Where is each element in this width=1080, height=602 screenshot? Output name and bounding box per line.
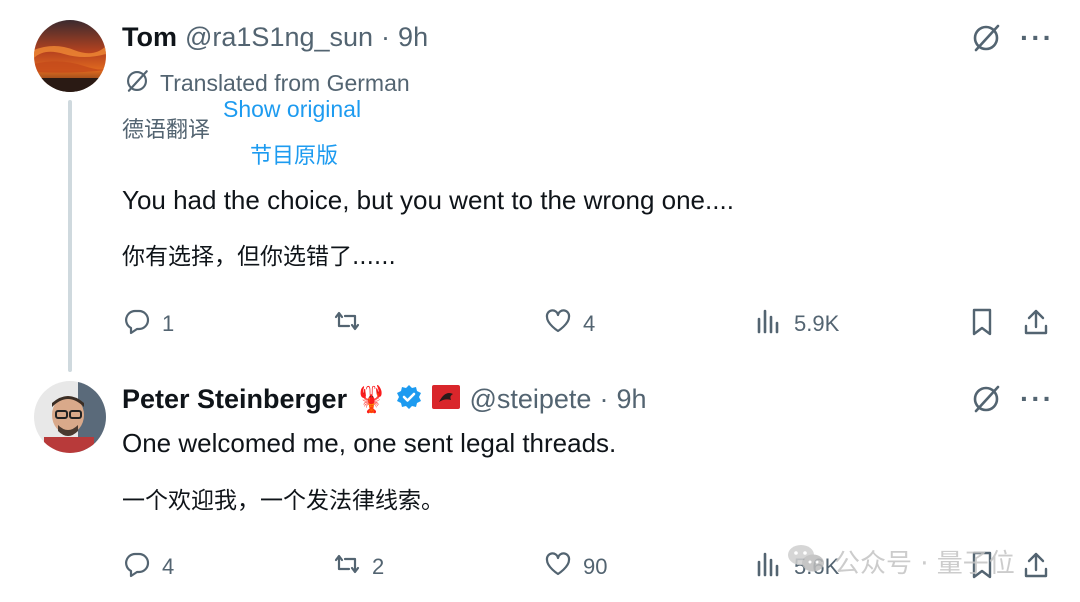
timestamp[interactable]: 9h xyxy=(616,384,646,415)
repost-button[interactable] xyxy=(332,306,372,342)
more-icon: ··· xyxy=(1020,22,1054,53)
share-button[interactable] xyxy=(1020,549,1052,586)
views-icon xyxy=(754,306,784,342)
like-count: 90 xyxy=(583,554,608,579)
like-button[interactable]: 90 xyxy=(543,549,607,585)
flag-icon xyxy=(431,384,461,415)
share-icon xyxy=(1020,552,1052,585)
views-button[interactable]: 5.9K xyxy=(754,306,839,342)
views-count: 5.9K xyxy=(794,311,840,336)
tweet1-header: Tom @ra1S1ng_sun · 9h xyxy=(122,22,428,53)
timestamp[interactable]: 9h xyxy=(398,22,428,53)
watermark: 公众号 · 量子位 xyxy=(786,542,1015,581)
avatar-tom[interactable] xyxy=(34,20,106,92)
reply-button[interactable]: 4 xyxy=(122,549,174,585)
translate-button[interactable] xyxy=(970,22,1002,59)
tweet1-text: You had the choice, but you went to the … xyxy=(122,185,734,215)
avatar-peter[interactable] xyxy=(34,381,106,453)
repost-count: 2 xyxy=(372,554,385,579)
more-button[interactable]: ··· xyxy=(1020,22,1054,54)
separator-dot: · xyxy=(599,384,609,414)
thread-connector-line xyxy=(68,100,72,372)
tweet2-text-zh: 一个欢迎我，一个发法律线索。 xyxy=(122,488,444,514)
more-icon: ··· xyxy=(1020,383,1054,414)
like-icon xyxy=(543,306,573,342)
translate-icon xyxy=(970,385,1002,419)
like-count: 4 xyxy=(583,311,596,336)
author-name[interactable]: Peter Steinberger xyxy=(122,384,347,415)
reply-count: 4 xyxy=(162,554,175,579)
tweet2-text: One welcomed me, one sent legal threads. xyxy=(122,428,617,458)
bookmark-button[interactable] xyxy=(966,306,998,343)
reply-button[interactable]: 1 xyxy=(122,306,174,342)
wechat-icon xyxy=(786,542,826,581)
translate-icon xyxy=(124,68,150,99)
reply-count: 1 xyxy=(162,311,175,336)
more-button[interactable]: ··· xyxy=(1020,383,1054,415)
verified-icon xyxy=(395,383,423,416)
share-button[interactable] xyxy=(1020,306,1052,343)
translated-note-text: Translated from German xyxy=(160,70,410,96)
repost-icon xyxy=(332,306,362,342)
reply-icon xyxy=(122,549,152,585)
translated-note: Translated from German xyxy=(124,68,410,99)
share-icon xyxy=(1020,309,1052,342)
translate-button[interactable] xyxy=(970,383,1002,420)
annotation-translated: 德语翻译 xyxy=(122,118,211,143)
annotation-original: 节目原版 xyxy=(250,144,339,169)
like-button[interactable]: 4 xyxy=(543,306,595,342)
bookmark-icon xyxy=(966,308,998,342)
repost-icon xyxy=(332,549,362,585)
lobster-emoji: 🦞 xyxy=(355,384,388,414)
watermark-text: 公众号 · 量子位 xyxy=(834,549,1015,579)
repost-button[interactable]: 2 xyxy=(332,549,384,585)
show-original-link[interactable]: Show original xyxy=(223,96,361,123)
author-name[interactable]: Tom xyxy=(122,22,177,53)
reply-icon xyxy=(122,306,152,342)
separator-dot: · xyxy=(381,22,391,52)
views-icon xyxy=(754,549,784,585)
author-handle[interactable]: @steipete xyxy=(469,384,591,415)
like-icon xyxy=(543,549,573,585)
tweet1-text-zh: 你有选择，但你选错了...... xyxy=(122,244,396,270)
tweet2-header: Peter Steinberger 🦞 @steipete · 9h xyxy=(122,383,647,416)
author-handle[interactable]: @ra1S1ng_sun xyxy=(185,22,373,53)
translate-icon xyxy=(970,24,1002,58)
